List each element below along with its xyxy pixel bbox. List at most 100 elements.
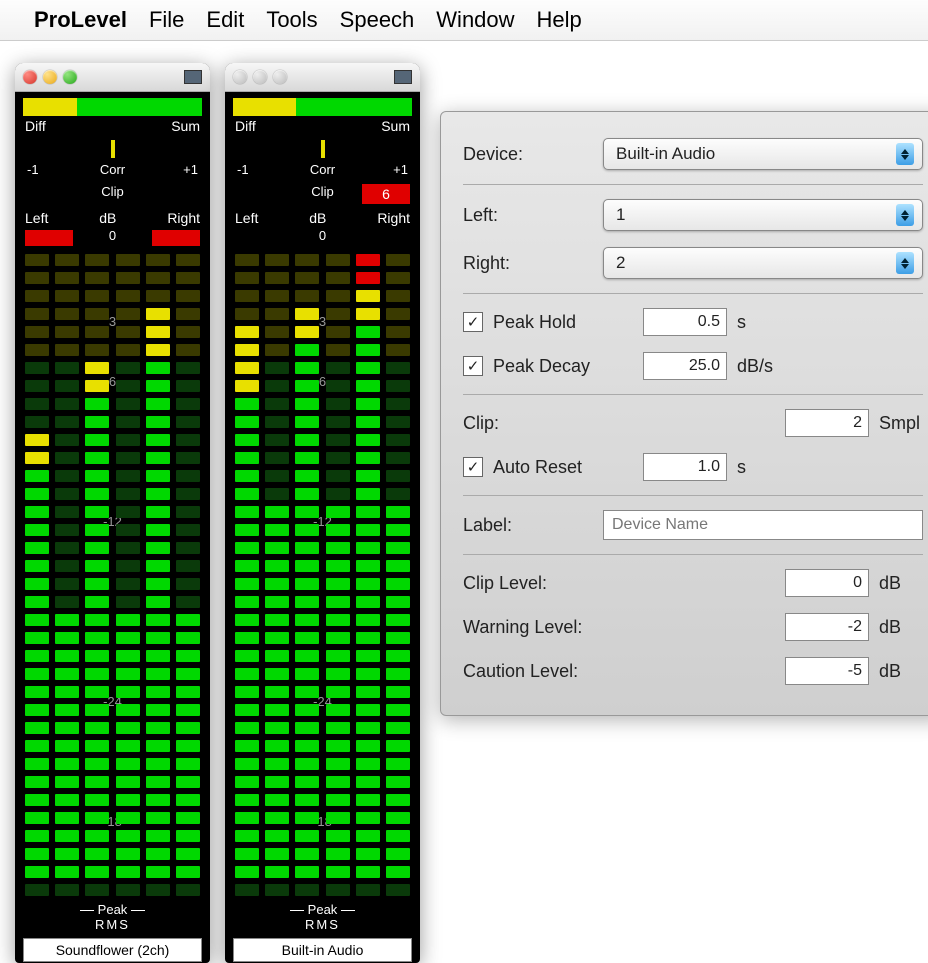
db-label: dB xyxy=(48,210,167,226)
clip-input[interactable]: 2 xyxy=(785,409,869,437)
menu-file[interactable]: File xyxy=(149,7,184,33)
warning-level-unit: dB xyxy=(879,617,923,638)
left-column-label: Left xyxy=(25,210,48,226)
peak-decay-label: Peak Decay xyxy=(493,356,633,377)
db-label: dB xyxy=(258,210,377,226)
meter-column xyxy=(386,254,410,894)
right-column-label: Right xyxy=(377,210,410,226)
auto-reset-label: Auto Reset xyxy=(493,457,633,478)
zero-db-label: 0 xyxy=(233,228,412,243)
peak-hold-input[interactable]: 0.5 xyxy=(643,308,727,336)
peak-rms-legend: PeakRMS xyxy=(23,902,202,932)
peak-decay-input[interactable]: 25.0 xyxy=(643,352,727,380)
window-zoom-button[interactable] xyxy=(63,70,77,84)
left-channel-value: 1 xyxy=(616,205,625,225)
sum-label: Sum xyxy=(381,118,410,134)
auto-reset-unit: s xyxy=(737,457,781,478)
corr-plus-label: +1 xyxy=(183,162,198,177)
meter-column xyxy=(146,254,170,894)
meter-window: DiffSum-1Corr+1Clip6LeftdBRight036-12-24… xyxy=(225,63,420,963)
meter-device-label[interactable]: Soundflower (2ch) xyxy=(23,938,202,962)
right-channel-select[interactable]: 2 xyxy=(603,247,923,279)
menu-tools[interactable]: Tools xyxy=(266,7,317,33)
device-label: Device: xyxy=(463,144,593,165)
left-channel-label: Left: xyxy=(463,205,593,226)
right-channel-label: Right: xyxy=(463,253,593,274)
window-minimize-button[interactable] xyxy=(253,70,267,84)
select-arrows-icon xyxy=(896,143,914,165)
peak-hold-unit: s xyxy=(737,312,781,333)
device-select-value: Built-in Audio xyxy=(616,144,715,164)
meter-column xyxy=(55,254,79,894)
window-titlebar[interactable] xyxy=(225,63,420,92)
label-input[interactable]: Device Name xyxy=(603,510,923,540)
corr-plus-label: +1 xyxy=(393,162,408,177)
device-select[interactable]: Built-in Audio xyxy=(603,138,923,170)
meter-column xyxy=(116,254,140,894)
window-close-button[interactable] xyxy=(23,70,37,84)
meter-column xyxy=(356,254,380,894)
menu-bar: ProLevel File Edit Tools Speech Window H… xyxy=(0,0,928,41)
menu-window[interactable]: Window xyxy=(436,7,514,33)
diff-sum-meter xyxy=(23,98,202,116)
select-arrows-icon xyxy=(896,204,914,226)
corr-label: Corr xyxy=(23,162,202,177)
label-field-label: Label: xyxy=(463,515,593,536)
meter-column xyxy=(85,254,109,894)
left-over-indicator[interactable] xyxy=(25,230,73,246)
right-channel-value: 2 xyxy=(616,253,625,273)
auto-reset-input[interactable]: 1.0 xyxy=(643,453,727,481)
right-over-indicator[interactable] xyxy=(152,230,200,246)
peak-decay-unit: dB/s xyxy=(737,356,781,377)
peak-rms-legend: PeakRMS xyxy=(233,902,412,932)
caution-level-unit: dB xyxy=(879,661,923,682)
menu-help[interactable]: Help xyxy=(537,7,582,33)
app-menu[interactable]: ProLevel xyxy=(34,7,127,33)
sum-label: Sum xyxy=(171,118,200,134)
clip-unit: Smpl xyxy=(879,413,923,434)
peak-decay-checkbox[interactable]: ✓ xyxy=(463,356,483,376)
correlation-indicator xyxy=(111,140,115,158)
meter-column xyxy=(176,254,200,894)
clip-indicator-row: Clip xyxy=(23,184,202,208)
clip-level-unit: dB xyxy=(879,573,923,594)
meter-column xyxy=(295,254,319,894)
warning-level-input[interactable]: -2 xyxy=(785,613,869,641)
level-meter: 36-12-24-18 xyxy=(23,254,202,894)
clip-label: Clip: xyxy=(463,413,593,434)
correlation-indicator xyxy=(321,140,325,158)
right-column-label: Right xyxy=(167,210,200,226)
window-minimize-button[interactable] xyxy=(43,70,57,84)
select-arrows-icon xyxy=(896,252,914,274)
clip-level-label: Clip Level: xyxy=(463,573,633,594)
window-close-button[interactable] xyxy=(233,70,247,84)
diff-sum-meter xyxy=(233,98,412,116)
settings-panel: Device: Built-in Audio Left: 1 Right: 2 … xyxy=(440,111,928,716)
left-channel-select[interactable]: 1 xyxy=(603,199,923,231)
clip-count-right[interactable]: 6 xyxy=(362,184,410,204)
window-titlebar[interactable] xyxy=(15,63,210,92)
meter-window: DiffSum-1Corr+1ClipLeftdBRight036-12-24-… xyxy=(15,63,210,963)
meter-column xyxy=(265,254,289,894)
window-proxy-icon xyxy=(184,70,202,84)
caution-level-input[interactable]: -5 xyxy=(785,657,869,685)
caution-level-label: Caution Level: xyxy=(463,661,633,682)
clip-indicator-row: Clip6 xyxy=(233,184,412,208)
clip-label: Clip xyxy=(23,184,202,199)
meter-device-label[interactable]: Built-in Audio xyxy=(233,938,412,962)
meter-column xyxy=(25,254,49,894)
clip-level-input[interactable]: 0 xyxy=(785,569,869,597)
menu-speech[interactable]: Speech xyxy=(340,7,415,33)
peak-hold-label: Peak Hold xyxy=(493,312,633,333)
peak-hold-checkbox[interactable]: ✓ xyxy=(463,312,483,332)
window-zoom-button[interactable] xyxy=(273,70,287,84)
diff-label: Diff xyxy=(25,118,46,134)
window-proxy-icon xyxy=(394,70,412,84)
auto-reset-checkbox[interactable]: ✓ xyxy=(463,457,483,477)
level-meter: 36-12-24-18 xyxy=(233,254,412,894)
warning-level-label: Warning Level: xyxy=(463,617,633,638)
meter-column xyxy=(235,254,259,894)
meter-column xyxy=(326,254,350,894)
menu-edit[interactable]: Edit xyxy=(206,7,244,33)
corr-label: Corr xyxy=(233,162,412,177)
